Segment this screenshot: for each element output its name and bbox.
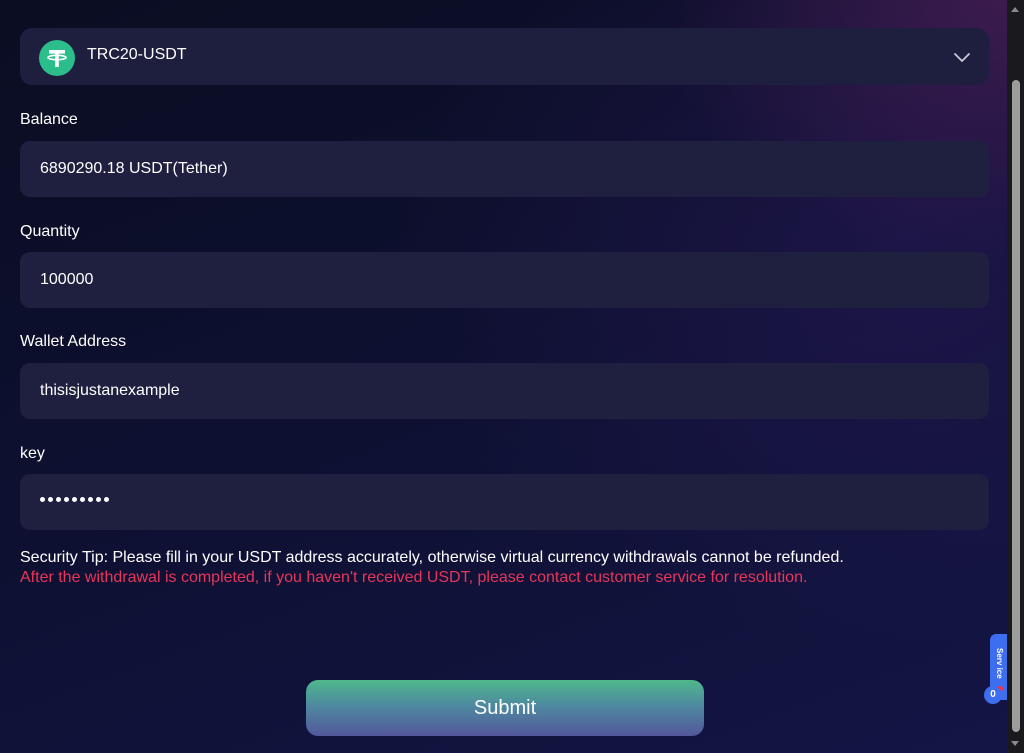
withdrawal-warning: After the withdrawal is completed, if yo…: [20, 569, 808, 586]
scroll-down-arrow-icon[interactable]: [1011, 741, 1019, 746]
key-label: key: [20, 445, 45, 462]
quantity-value: 100000: [40, 271, 94, 288]
currency-selector[interactable]: TRC20-USDT: [20, 28, 989, 85]
scrollbar[interactable]: [1007, 0, 1024, 753]
tether-icon: [39, 40, 75, 76]
quantity-label: Quantity: [20, 223, 80, 240]
currency-selector-label: TRC20-USDT: [87, 46, 187, 63]
security-tip: Security Tip: Please fill in your USDT a…: [20, 549, 844, 566]
password-dot: [104, 497, 109, 502]
password-dot: [48, 497, 53, 502]
wallet-address-label: Wallet Address: [20, 333, 127, 350]
password-dot: [56, 497, 61, 502]
wallet-address-input[interactable]: thisisjustanexample: [20, 363, 989, 419]
wallet-address-value: thisisjustanexample: [40, 382, 180, 399]
password-dot: [40, 497, 45, 502]
key-masked-value: [40, 497, 109, 502]
service-badge: 0: [984, 686, 1002, 704]
password-dot: [88, 497, 93, 502]
scroll-up-arrow-icon[interactable]: [1011, 7, 1019, 12]
scrollbar-thumb[interactable]: [1012, 80, 1020, 732]
balance-field: 6890290.18 USDT(Tether): [20, 141, 989, 197]
password-dot: [80, 497, 85, 502]
balance-label: Balance: [20, 111, 78, 128]
password-dot: [72, 497, 77, 502]
password-dot: [64, 497, 69, 502]
key-password-input[interactable]: [20, 474, 989, 530]
submit-button[interactable]: Submit: [306, 680, 704, 736]
password-dot: [96, 497, 101, 502]
quantity-input[interactable]: 100000: [20, 252, 989, 308]
chevron-down-icon[interactable]: [953, 48, 971, 66]
balance-value: 6890290.18 USDT(Tether): [40, 160, 228, 177]
